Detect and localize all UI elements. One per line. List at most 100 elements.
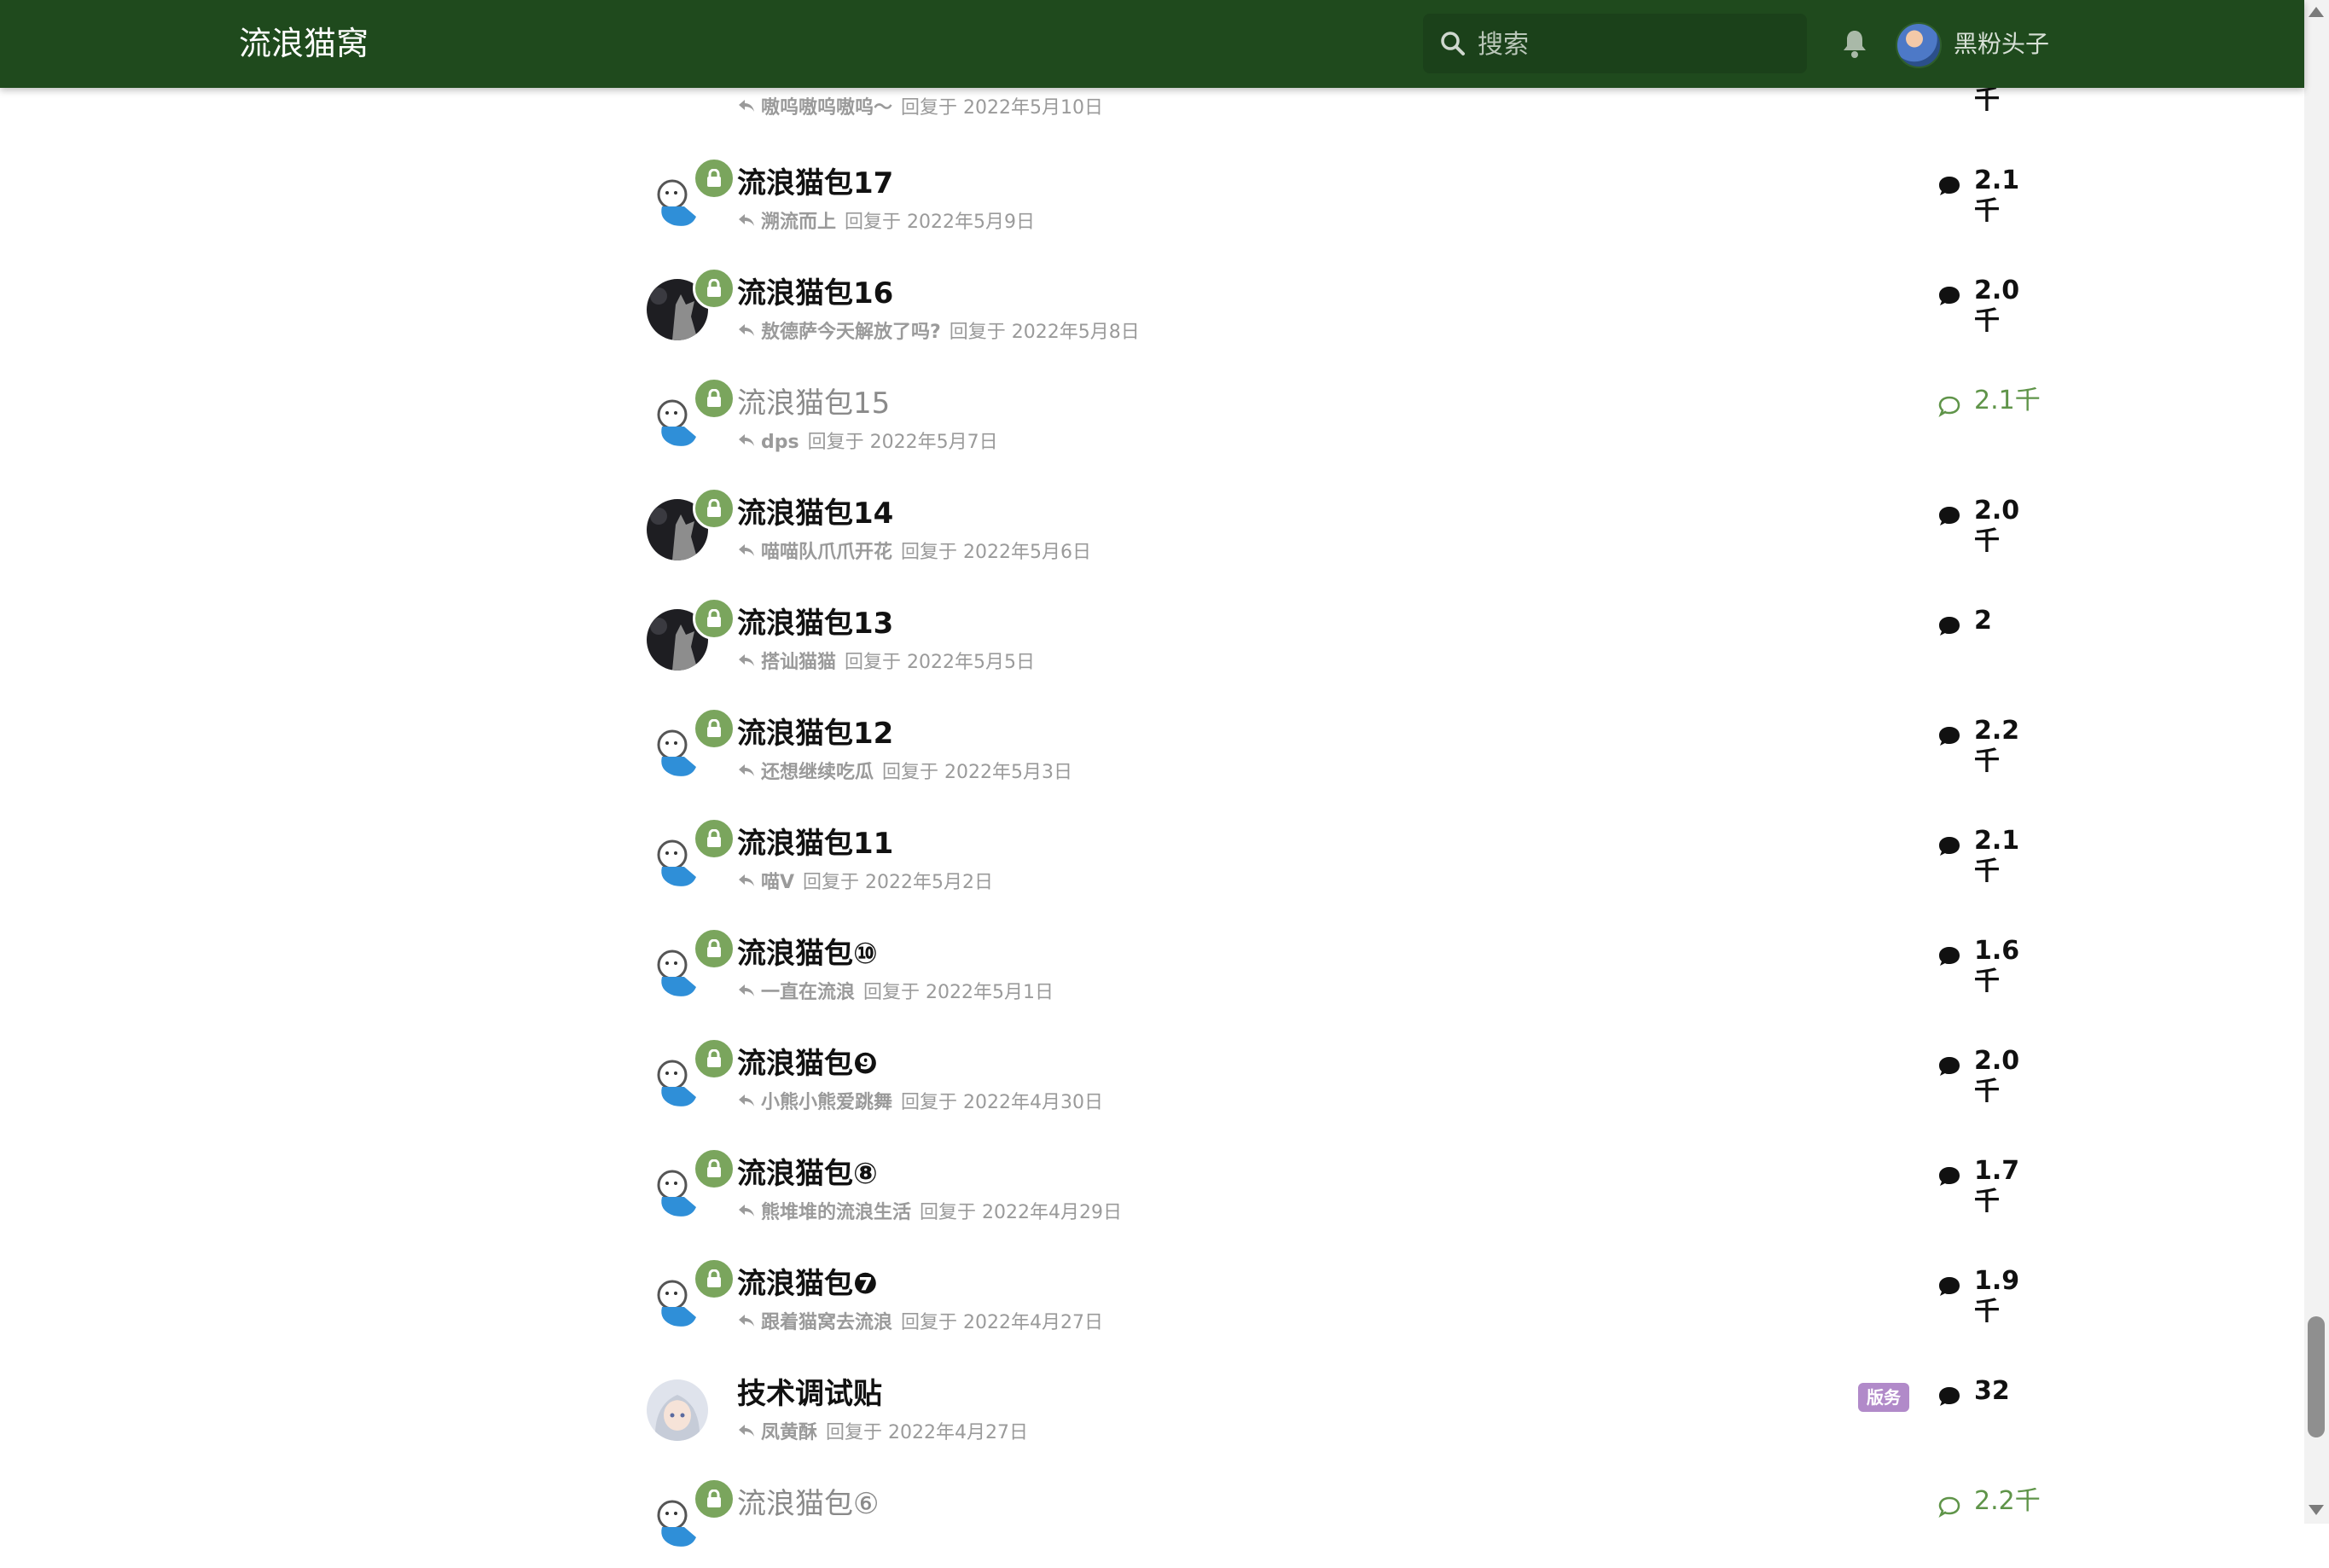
comment-icon bbox=[1939, 947, 1960, 966]
last-reply-user[interactable]: 喵喵队爪爪开花 bbox=[761, 542, 892, 563]
reply-icon bbox=[737, 1420, 756, 1446]
topic-title[interactable]: 流浪猫包11 bbox=[737, 822, 893, 865]
topic-list: 嗷呜嗷呜嗷呜～ 回复于 2022年5月10日 千 流浪猫包17 溯流而上 回复于 2… bbox=[0, 0, 2304, 1551]
last-reply-user[interactable]: 熊堆堆的流浪生活 bbox=[761, 1202, 911, 1223]
last-reply-user[interactable]: 敖德萨今天解放了吗? bbox=[761, 322, 941, 343]
last-reply-time: 回复于 2022年5月1日 bbox=[863, 982, 1054, 1003]
comment-count-value: 1.6千 bbox=[1974, 936, 2020, 996]
last-reply-user[interactable]: 一直在流浪 bbox=[761, 982, 855, 1003]
last-reply-user[interactable]: 溯流而上 bbox=[761, 212, 836, 233]
search-input[interactable] bbox=[1476, 14, 1795, 75]
scrollbar-thumb[interactable] bbox=[2308, 1316, 2325, 1437]
scrollbar[interactable] bbox=[2304, 0, 2329, 1524]
comment-count-value: 2.2千 bbox=[1974, 1486, 2041, 1516]
topic-row[interactable]: 流浪猫包⑧ 熊堆堆的流浪生活 回复于 2022年4月29日 1.7千 bbox=[640, 1147, 2047, 1238]
avatar[interactable] bbox=[647, 1147, 735, 1224]
lock-icon bbox=[693, 707, 735, 750]
reply-icon bbox=[737, 980, 756, 1006]
comment-count-value: 2.1千 bbox=[1974, 826, 2020, 886]
topic-row[interactable]: 流浪猫包16 敖德萨今天解放了吗? 回复于 2022年5月8日 2.0千 bbox=[640, 267, 2047, 357]
comment-count-value: 2.1千 bbox=[1974, 166, 2020, 226]
comment-icon bbox=[1939, 1057, 1960, 1076]
comment-count-value: 1.7千 bbox=[1974, 1156, 2020, 1217]
last-reply-time: 回复于 2022年5月9日 bbox=[845, 212, 1035, 233]
topic-meta: 凤黄酥 回复于 2022年4月27日 bbox=[737, 1420, 1028, 1446]
topic-title[interactable]: 流浪猫包⑥ bbox=[737, 1483, 879, 1525]
topic-row[interactable]: 流浪猫包11 喵V 回复于 2022年5月2日 2.1千 bbox=[640, 817, 2047, 908]
search-icon bbox=[1441, 32, 1465, 55]
avatar[interactable] bbox=[647, 707, 735, 784]
bell-icon[interactable] bbox=[1840, 28, 1869, 59]
last-reply-user[interactable]: 还想继续吃瓜 bbox=[761, 762, 874, 783]
topic-row[interactable]: 流浪猫包❾ 小熊小熊爱跳舞 回复于 2022年4月30日 2.0千 bbox=[640, 1037, 2047, 1128]
reply-icon bbox=[737, 430, 756, 456]
comment-icon bbox=[1939, 287, 1960, 305]
reply-icon bbox=[737, 96, 756, 121]
avatar[interactable] bbox=[647, 1478, 735, 1554]
lock-icon bbox=[693, 487, 735, 530]
user-avatar[interactable] bbox=[1896, 22, 1942, 68]
reply-icon bbox=[737, 320, 756, 346]
topic-title[interactable]: 流浪猫包17 bbox=[737, 162, 893, 205]
avatar[interactable] bbox=[647, 157, 735, 234]
topic-title[interactable]: 流浪猫包❼ bbox=[737, 1263, 878, 1305]
last-reply-user[interactable]: 凤黄酥 bbox=[761, 1422, 817, 1443]
site-title[interactable]: 流浪猫窝 bbox=[239, 19, 369, 68]
search-box[interactable] bbox=[1423, 14, 1807, 75]
comment-count-value: 2.1千 bbox=[1974, 386, 2041, 415]
topic-title[interactable]: 流浪猫包16 bbox=[737, 272, 893, 315]
topic-title[interactable]: 流浪猫包13 bbox=[737, 602, 893, 645]
comment-icon bbox=[1939, 507, 1960, 526]
topic-row[interactable]: 流浪猫包17 溯流而上 回复于 2022年5月9日 2.1千 bbox=[640, 157, 2047, 247]
last-reply-user[interactable]: dps bbox=[761, 432, 799, 453]
topic-row[interactable]: 流浪猫包⑥ 2.2千 bbox=[640, 1478, 2047, 1568]
last-reply-time: 回复于 2022年5月7日 bbox=[807, 432, 998, 453]
avatar[interactable] bbox=[647, 597, 735, 674]
user-name[interactable]: 黑粉头子 bbox=[1954, 26, 2049, 63]
topic-title[interactable]: 流浪猫包15 bbox=[737, 382, 890, 425]
category-tag[interactable]: 版务 bbox=[1858, 1383, 1909, 1412]
last-reply-time: 回复于 2022年5月6日 bbox=[901, 542, 1091, 563]
lock-icon bbox=[693, 267, 735, 310]
avatar[interactable] bbox=[647, 1257, 735, 1334]
avatar[interactable] bbox=[647, 377, 735, 454]
topic-title[interactable]: 流浪猫包❾ bbox=[737, 1042, 878, 1085]
topic-meta: 一直在流浪 回复于 2022年5月1日 bbox=[737, 980, 1054, 1006]
comment-count-value: 2 bbox=[1974, 606, 1992, 636]
comment-outline-icon bbox=[1938, 396, 1960, 417]
last-reply-time: 回复于 2022年5月3日 bbox=[882, 762, 1072, 783]
topic-row[interactable]: 流浪猫包⑩ 一直在流浪 回复于 2022年5月1日 1.6千 bbox=[640, 927, 2047, 1018]
topic-meta: 喵喵队爪爪开花 回复于 2022年5月6日 bbox=[737, 540, 1091, 566]
topic-title[interactable]: 流浪猫包⑧ bbox=[737, 1153, 878, 1195]
comment-icon bbox=[1939, 1277, 1960, 1296]
avatar[interactable] bbox=[647, 1037, 735, 1114]
topic-meta: 跟着猫窝去流浪 回复于 2022年4月27日 bbox=[737, 1310, 1103, 1336]
topic-row[interactable]: 流浪猫包14 喵喵队爪爪开花 回复于 2022年5月6日 2.0千 bbox=[640, 487, 2047, 578]
scroll-up-arrow-icon[interactable] bbox=[2309, 7, 2324, 17]
topic-row[interactable]: 流浪猫包12 还想继续吃瓜 回复于 2022年5月3日 2.2千 bbox=[640, 707, 2047, 798]
topic-title[interactable]: 流浪猫包14 bbox=[737, 492, 893, 535]
topic-row[interactable]: 流浪猫包15 dps 回复于 2022年5月7日 2.1千 bbox=[640, 377, 2047, 467]
topic-title[interactable]: 流浪猫包⑩ bbox=[737, 932, 878, 975]
last-reply-user[interactable]: 小熊小熊爱跳舞 bbox=[761, 1092, 892, 1113]
lock-icon bbox=[693, 1037, 735, 1080]
reply-icon bbox=[737, 760, 756, 786]
avatar[interactable] bbox=[647, 817, 735, 894]
last-reply-time: 回复于 2022年4月30日 bbox=[901, 1092, 1103, 1113]
topic-row[interactable]: 流浪猫包13 搭讪猫猫 回复于 2022年5月5日 2 bbox=[640, 597, 2047, 688]
topic-row[interactable]: 流浪猫包❼ 跟着猫窝去流浪 回复于 2022年4月27日 1.9千 bbox=[640, 1257, 2047, 1348]
topic-title[interactable]: 技术调试贴 bbox=[737, 1373, 882, 1415]
scroll-down-arrow-icon[interactable] bbox=[2309, 1505, 2324, 1515]
last-reply-user[interactable]: 喵V bbox=[761, 872, 794, 893]
avatar[interactable] bbox=[647, 487, 735, 564]
avatar[interactable] bbox=[647, 927, 735, 1004]
lock-icon bbox=[693, 597, 735, 640]
last-reply-user[interactable]: 嗷呜嗷呜嗷呜～ bbox=[761, 97, 892, 119]
topic-title[interactable]: 流浪猫包12 bbox=[737, 712, 893, 755]
avatar[interactable] bbox=[647, 1379, 711, 1444]
topic-row[interactable]: 技术调试贴 凤黄酥 回复于 2022年4月27日 版务 32 bbox=[640, 1373, 2047, 1458]
topic-meta: 嗷呜嗷呜嗷呜～ 回复于 2022年5月10日 bbox=[737, 96, 1103, 121]
avatar[interactable] bbox=[647, 267, 735, 344]
last-reply-user[interactable]: 跟着猫窝去流浪 bbox=[761, 1312, 892, 1333]
last-reply-user[interactable]: 搭讪猫猫 bbox=[761, 652, 836, 673]
